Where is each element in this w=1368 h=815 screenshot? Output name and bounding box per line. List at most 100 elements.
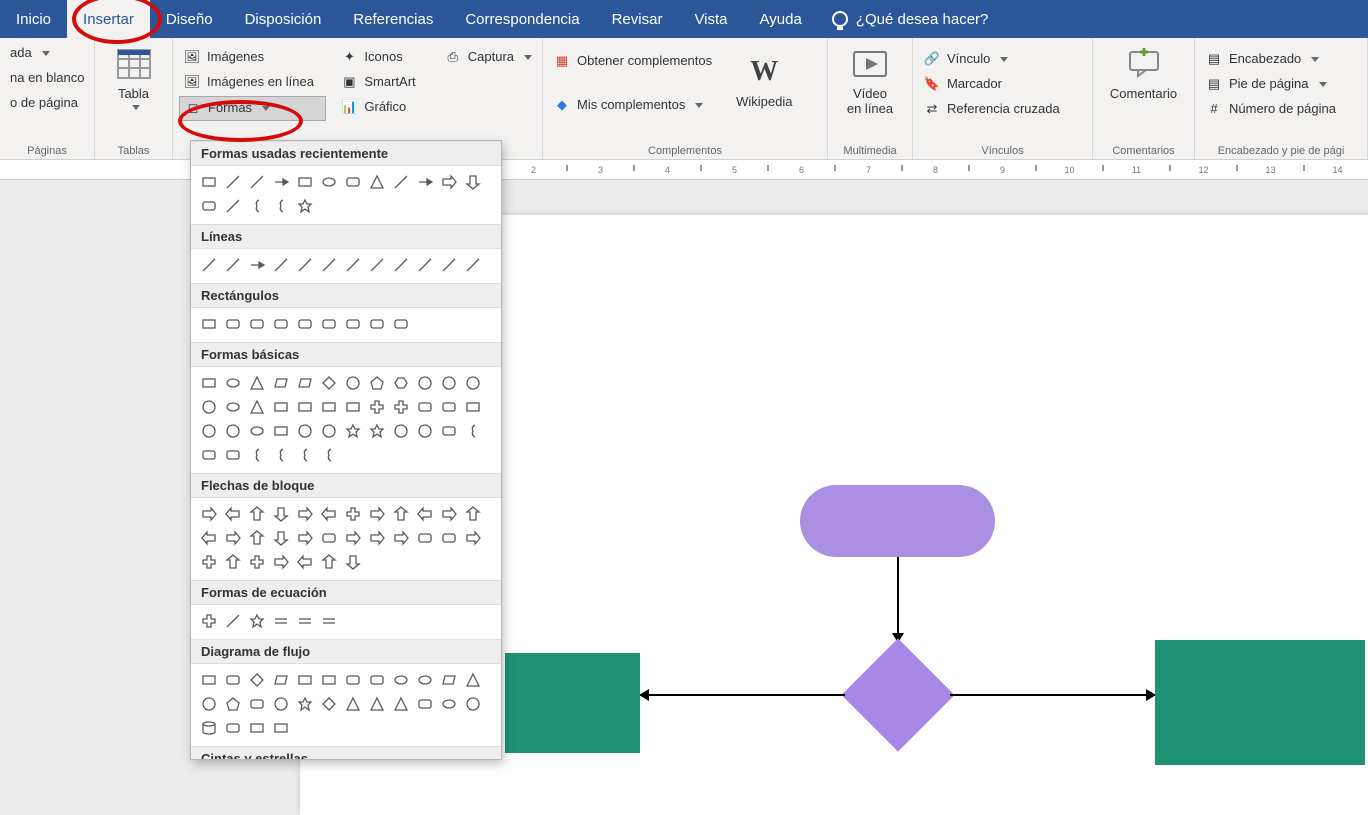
- btn-captura[interactable]: ⎙Captura: [440, 46, 536, 68]
- tab-ayuda[interactable]: Ayuda: [744, 0, 818, 38]
- gallery-shape[interactable]: [341, 395, 365, 419]
- gallery-shape[interactable]: [221, 668, 245, 692]
- gallery-shape[interactable]: [293, 692, 317, 716]
- gallery-shape[interactable]: [389, 395, 413, 419]
- btn-video-linea[interactable]: Vídeo en línea: [834, 42, 906, 120]
- gallery-shape[interactable]: [245, 312, 269, 336]
- gallery-shape[interactable]: [365, 371, 389, 395]
- gallery-shape[interactable]: [293, 443, 317, 467]
- gallery-shape[interactable]: [245, 526, 269, 550]
- gallery-shape[interactable]: [317, 692, 341, 716]
- gallery-shape[interactable]: [197, 550, 221, 574]
- gallery-shape[interactable]: [221, 443, 245, 467]
- gallery-shape[interactable]: [389, 312, 413, 336]
- gallery-shape[interactable]: [413, 395, 437, 419]
- btn-imagenes-linea[interactable]: 🖼Imágenes en línea: [179, 71, 326, 93]
- btn-portada[interactable]: ada: [6, 42, 88, 64]
- gallery-shape[interactable]: [413, 502, 437, 526]
- gallery-shape[interactable]: [197, 502, 221, 526]
- gallery-shape[interactable]: [269, 550, 293, 574]
- flowchart-decision[interactable]: [841, 638, 954, 751]
- gallery-shape[interactable]: [341, 550, 365, 574]
- gallery-shape[interactable]: [365, 253, 389, 277]
- gallery-shape[interactable]: [269, 419, 293, 443]
- gallery-shape[interactable]: [365, 502, 389, 526]
- gallery-shape[interactable]: [365, 170, 389, 194]
- gallery-shape[interactable]: [197, 395, 221, 419]
- gallery-shape[interactable]: [269, 371, 293, 395]
- btn-comentario[interactable]: Comentario: [1099, 42, 1188, 105]
- gallery-shape[interactable]: [245, 194, 269, 218]
- gallery-shape[interactable]: [293, 668, 317, 692]
- gallery-shape[interactable]: [461, 253, 485, 277]
- gallery-shape[interactable]: [341, 502, 365, 526]
- tab-correspondencia[interactable]: Correspondencia: [449, 0, 595, 38]
- gallery-shape[interactable]: [221, 526, 245, 550]
- gallery-shape[interactable]: [221, 194, 245, 218]
- gallery-shape[interactable]: [269, 312, 293, 336]
- gallery-shape[interactable]: [245, 550, 269, 574]
- gallery-shape[interactable]: [269, 253, 293, 277]
- gallery-shape[interactable]: [269, 716, 293, 740]
- gallery-shape[interactable]: [221, 395, 245, 419]
- gallery-shape[interactable]: [389, 502, 413, 526]
- gallery-shape[interactable]: [365, 312, 389, 336]
- gallery-shape[interactable]: [389, 371, 413, 395]
- gallery-shape[interactable]: [269, 502, 293, 526]
- flowchart-process-right[interactable]: [1155, 640, 1365, 765]
- gallery-shape[interactable]: [317, 253, 341, 277]
- gallery-shape[interactable]: [293, 194, 317, 218]
- gallery-shape[interactable]: [461, 502, 485, 526]
- gallery-shape[interactable]: [413, 170, 437, 194]
- btn-vinculo[interactable]: 🔗Vínculo: [919, 48, 1086, 70]
- gallery-shape[interactable]: [221, 550, 245, 574]
- gallery-shape[interactable]: [293, 170, 317, 194]
- gallery-shape[interactable]: [269, 668, 293, 692]
- gallery-shape[interactable]: [245, 609, 269, 633]
- gallery-shape[interactable]: [269, 692, 293, 716]
- gallery-shape[interactable]: [245, 253, 269, 277]
- gallery-shape[interactable]: [221, 419, 245, 443]
- tab-disposicion[interactable]: Disposición: [229, 0, 338, 38]
- gallery-shape[interactable]: [389, 526, 413, 550]
- gallery-shape[interactable]: [269, 443, 293, 467]
- btn-pagina-blanco[interactable]: na en blanco: [6, 67, 88, 89]
- gallery-shape[interactable]: [269, 526, 293, 550]
- gallery-shape[interactable]: [437, 419, 461, 443]
- btn-mis-complementos[interactable]: ◆Mis complementos: [549, 94, 716, 116]
- gallery-shape[interactable]: [293, 253, 317, 277]
- gallery-shape[interactable]: [437, 395, 461, 419]
- gallery-shape[interactable]: [293, 419, 317, 443]
- gallery-shape[interactable]: [197, 692, 221, 716]
- gallery-shape[interactable]: [413, 371, 437, 395]
- btn-formas[interactable]: ◻Formas: [179, 96, 326, 120]
- gallery-shape[interactable]: [197, 312, 221, 336]
- gallery-shape[interactable]: [245, 170, 269, 194]
- btn-iconos[interactable]: ✦Iconos: [336, 46, 429, 68]
- gallery-shape[interactable]: [341, 371, 365, 395]
- btn-smartart[interactable]: ▣SmartArt: [336, 71, 429, 93]
- gallery-shape[interactable]: [365, 692, 389, 716]
- gallery-shape[interactable]: [293, 609, 317, 633]
- tell-me-search[interactable]: ¿Qué desea hacer?: [818, 0, 1003, 38]
- gallery-shape[interactable]: [389, 253, 413, 277]
- gallery-shape[interactable]: [293, 371, 317, 395]
- gallery-shape[interactable]: [221, 502, 245, 526]
- gallery-shape[interactable]: [437, 170, 461, 194]
- gallery-shape[interactable]: [197, 443, 221, 467]
- gallery-shape[interactable]: [197, 371, 221, 395]
- gallery-shape[interactable]: [413, 419, 437, 443]
- gallery-shape[interactable]: [317, 668, 341, 692]
- flowchart-process-left[interactable]: [505, 653, 640, 753]
- gallery-shape[interactable]: [245, 502, 269, 526]
- gallery-shape[interactable]: [365, 395, 389, 419]
- gallery-shape[interactable]: [317, 312, 341, 336]
- gallery-shape[interactable]: [245, 692, 269, 716]
- gallery-shape[interactable]: [269, 395, 293, 419]
- gallery-shape[interactable]: [221, 716, 245, 740]
- gallery-shape[interactable]: [317, 609, 341, 633]
- gallery-shape[interactable]: [293, 526, 317, 550]
- gallery-shape[interactable]: [245, 668, 269, 692]
- gallery-shape[interactable]: [413, 526, 437, 550]
- btn-marcador[interactable]: 🔖Marcador: [919, 73, 1086, 95]
